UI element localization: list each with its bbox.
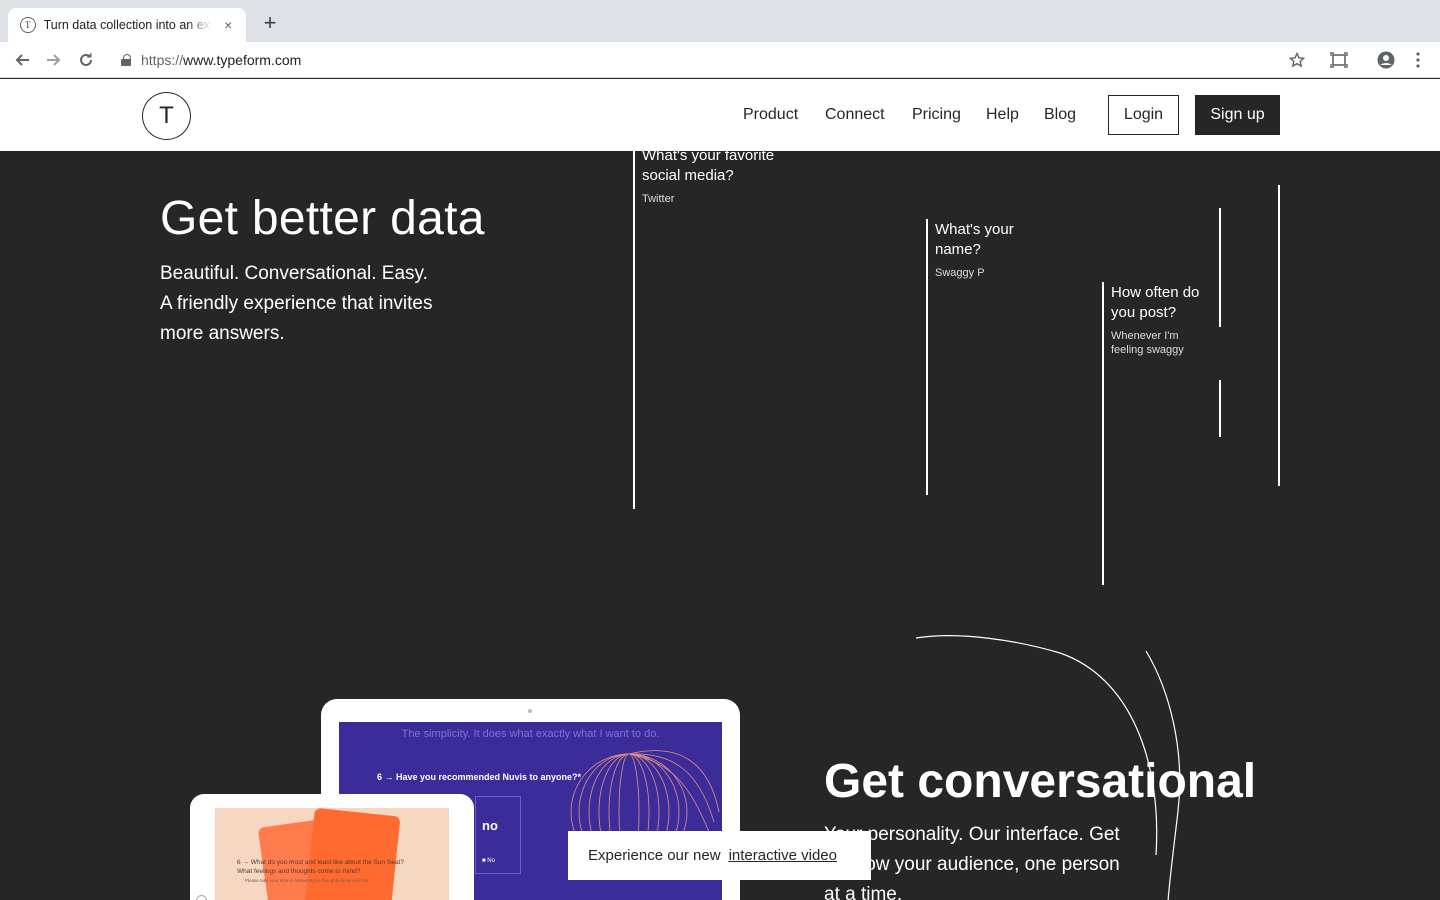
bookmark-star-icon[interactable] (1285, 48, 1309, 72)
answer-text: Swaggy P (935, 267, 985, 279)
reload-icon[interactable] (74, 48, 98, 72)
choice-option: ■ No (482, 858, 495, 864)
device-question: 6 → What do you most and least like abou… (237, 859, 404, 875)
hero-title: Get better data (160, 192, 485, 245)
browser-toolbar: https://www.typeform.com (0, 42, 1440, 78)
small-tablet-mockup: 6 → What do you most and least like abou… (190, 794, 474, 900)
device-question: 6 → Have you recommended Nuvis to anyone… (377, 772, 582, 782)
signup-button[interactable]: Sign up (1195, 95, 1280, 135)
browser-tab-bar: T Turn data collection into an experienc… (0, 0, 1440, 42)
divider-line (1219, 208, 1221, 327)
divider-line (1102, 282, 1104, 585)
tab-title: Turn data collection into an experience (43, 18, 213, 32)
section-title: Get conversational (824, 755, 1257, 808)
url-text: https://www.typeform.com (141, 52, 302, 68)
device-hint: Please take your time in answering as th… (245, 878, 370, 883)
question-card: How often do you post? Whenever I'm feel… (1111, 283, 1201, 357)
address-bar[interactable]: https://www.typeform.com (108, 46, 1318, 74)
answer-text: Whenever I'm feeling swaggy (1111, 330, 1184, 356)
home-button (196, 895, 207, 900)
login-button[interactable]: Login (1108, 95, 1179, 135)
typeform-favicon-icon: T (20, 17, 36, 33)
answer-text: Twitter (642, 193, 675, 205)
nav-help[interactable]: Help (986, 106, 1019, 124)
hero-section: Get better data Beautiful. Conversationa… (0, 151, 1440, 900)
profile-avatar-icon[interactable] (1374, 48, 1398, 72)
nav-connect[interactable]: Connect (825, 106, 885, 124)
question-card: What's your name? Swaggy P (935, 220, 1035, 280)
question-text: What's your name? (935, 221, 1014, 258)
new-tab-button[interactable]: + (258, 12, 282, 36)
question-text: What's your favorite social media? (642, 151, 775, 184)
testimonial-text: The simplicity. It does what exactly wha… (401, 728, 660, 740)
site-header: T Product Connect Pricing Help Blog Logi… (0, 79, 1440, 151)
close-tab-icon[interactable]: × (220, 17, 236, 33)
divider-line (633, 151, 635, 509)
lock-icon (121, 54, 131, 66)
nav-blog[interactable]: Blog (1044, 106, 1076, 124)
interactive-video-link[interactable]: interactive video (729, 847, 837, 864)
orange-shape (303, 808, 401, 900)
forward-icon[interactable] (42, 48, 66, 72)
hero-subtitle: Beautiful. Conversational. Easy. A frien… (160, 263, 433, 344)
question-card: What's your favorite social media? Twitt… (642, 151, 802, 206)
video-banner-text: Experience our new (588, 847, 721, 864)
divider-line (1219, 380, 1221, 437)
screenshot-capture-icon[interactable] (1327, 48, 1351, 72)
browser-tab[interactable]: T Turn data collection into an experienc… (8, 8, 246, 42)
divider-line (1278, 185, 1280, 486)
nav-product[interactable]: Product (743, 106, 798, 124)
choice-label: no (482, 818, 498, 833)
video-banner: Experience our new interactive video (568, 831, 871, 880)
back-icon[interactable] (10, 48, 34, 72)
question-text: How often do you post? (1111, 284, 1200, 321)
typeform-logo[interactable]: T (142, 92, 191, 140)
browser-menu-icon[interactable] (1406, 48, 1430, 72)
divider-line (926, 219, 928, 495)
nav-pricing[interactable]: Pricing (912, 106, 961, 124)
small-tablet-screen: 6 → What do you most and least like abou… (215, 808, 449, 900)
camera-dot (528, 709, 532, 713)
